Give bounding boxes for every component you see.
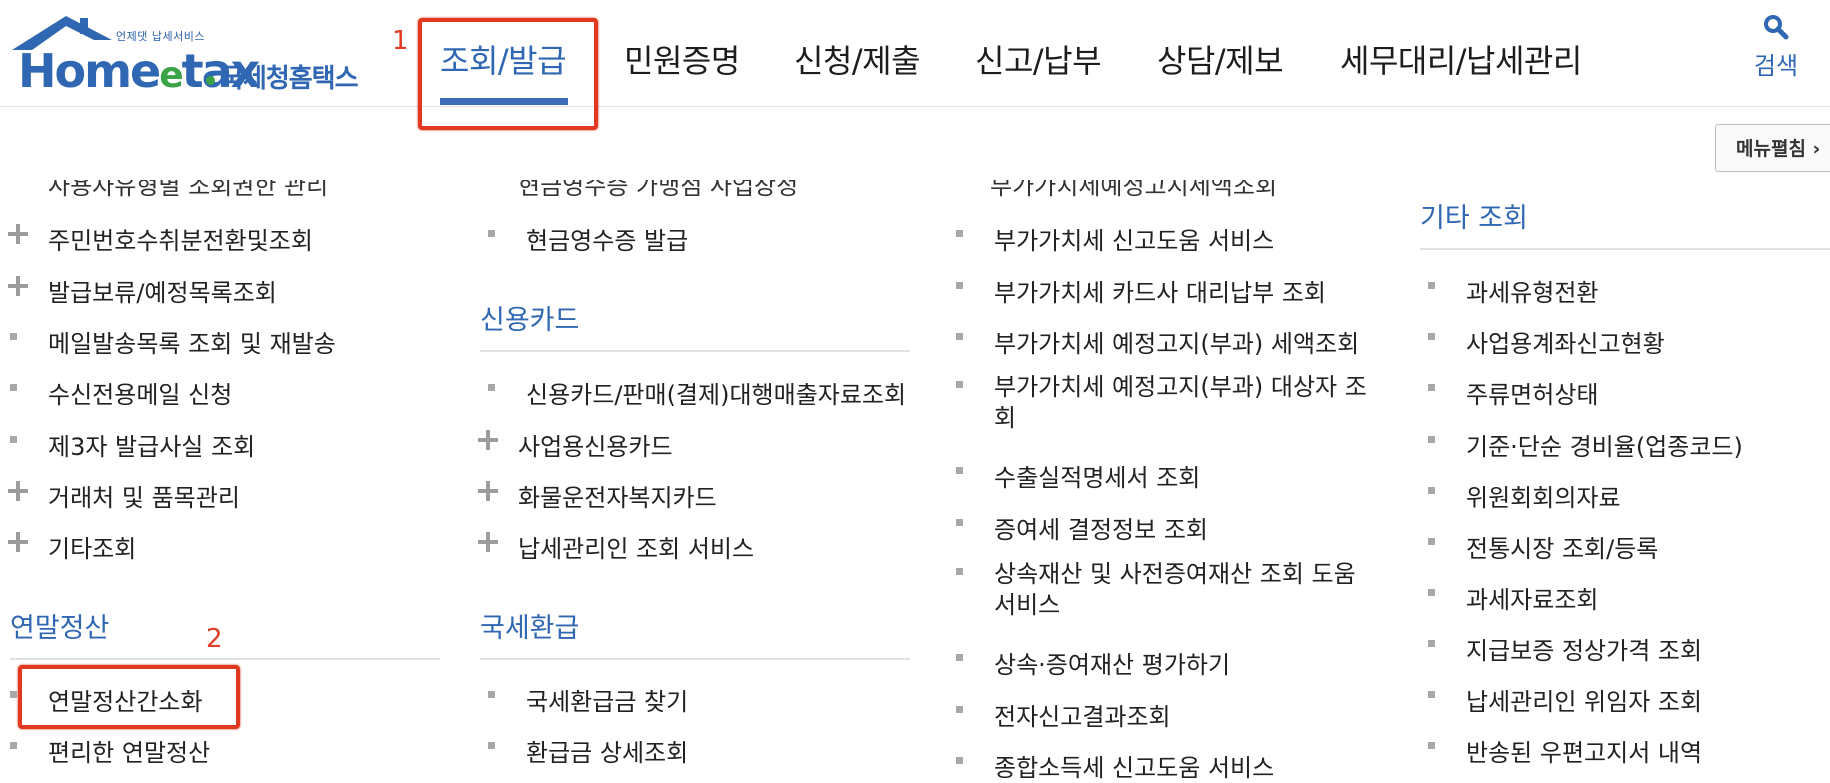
- bullet-icon: [1428, 640, 1435, 647]
- expand-plus-icon: [8, 276, 28, 296]
- expand-plus-icon: [8, 532, 28, 552]
- header: 언제댓 납세서비스 Homeetax 국세청홈택스 1 조회/발급 민원증명 신…: [0, 0, 1830, 130]
- expand-plus-icon: [478, 532, 498, 552]
- bullet-icon: [956, 282, 963, 289]
- bullet-icon: [1428, 589, 1435, 596]
- section-title-other: 기타 조회: [1420, 203, 1528, 234]
- bullet-icon: [10, 742, 17, 749]
- logo-dot: [206, 76, 215, 85]
- bullet-icon: [1428, 333, 1435, 340]
- section-divider: [480, 658, 910, 660]
- bullet-icon: [488, 384, 495, 391]
- section-divider: [480, 350, 910, 352]
- nav-civil-certificate[interactable]: 민원증명: [624, 36, 740, 82]
- expand-plus-icon: [8, 224, 28, 244]
- section-title-year-end: 연말정산: [10, 613, 110, 644]
- section-divider: [1420, 248, 1830, 250]
- nav-report-payment[interactable]: 신고/납부: [975, 36, 1102, 82]
- bullet-icon: [956, 757, 963, 764]
- bullet-icon: [1428, 436, 1435, 443]
- bullet-icon: [488, 742, 495, 749]
- logo-tagline: 언제댓 납세서비스: [116, 30, 205, 43]
- logo-korean-name: 국세청홈택스: [220, 64, 359, 94]
- nav-inquiry-issue[interactable]: 조회/발급: [440, 36, 567, 82]
- bullet-icon: [488, 691, 495, 698]
- bullet-icon: [956, 381, 963, 388]
- hometax-logo[interactable]: 언제댓 납세서비스 Homeetax 국세청홈택스: [8, 10, 368, 94]
- menu-expand-button[interactable]: 메뉴펼침 ›: [1715, 124, 1830, 172]
- step-1-label: 1: [392, 26, 409, 56]
- expand-plus-icon: [8, 481, 28, 501]
- cut-off-item: 부가가치세예정고지세액조회: [990, 180, 1278, 200]
- expand-plus-icon: [478, 430, 498, 450]
- cut-off-item: 현금영수증 가맹점 사업장정: [518, 180, 799, 200]
- bullet-icon: [10, 436, 17, 443]
- bullet-icon: [1428, 538, 1435, 545]
- bullet-icon: [10, 333, 17, 340]
- bullet-icon: [488, 230, 495, 237]
- bullet-icon: [956, 519, 963, 526]
- nav-active-underline: [440, 98, 568, 105]
- bullet-icon: [956, 333, 963, 340]
- bullet-icon: [956, 230, 963, 237]
- bullet-icon: [10, 384, 17, 391]
- bullet-icon: [1428, 282, 1435, 289]
- step-2-label: 2: [206, 624, 223, 654]
- bullet-icon: [10, 691, 17, 698]
- nav-tax-agent[interactable]: 세무대리/납세관리: [1340, 36, 1582, 82]
- section-title-tax-refund: 국세환급: [480, 613, 580, 644]
- bullet-icon: [956, 654, 963, 661]
- section-divider: [10, 658, 440, 660]
- bullet-icon: [956, 706, 963, 713]
- cut-off-item: 사용자유형별 조회권한 관리: [48, 180, 329, 200]
- section-title-credit-card: 신용카드: [480, 305, 580, 336]
- search-label: 검색: [1753, 52, 1799, 80]
- bullet-icon: [1428, 487, 1435, 494]
- bullet-icon: [1428, 742, 1435, 749]
- bullet-icon: [1428, 384, 1435, 391]
- nav-consult-report[interactable]: 상담/제보: [1157, 36, 1284, 82]
- bullet-icon: [1428, 691, 1435, 698]
- search-button[interactable]: 검색: [1748, 14, 1804, 81]
- expand-plus-icon: [478, 481, 498, 501]
- bullet-icon: [956, 568, 963, 575]
- bullet-icon: [956, 467, 963, 474]
- search-icon: [1764, 15, 1789, 40]
- nav-apply-submit[interactable]: 신청/제출: [794, 36, 921, 82]
